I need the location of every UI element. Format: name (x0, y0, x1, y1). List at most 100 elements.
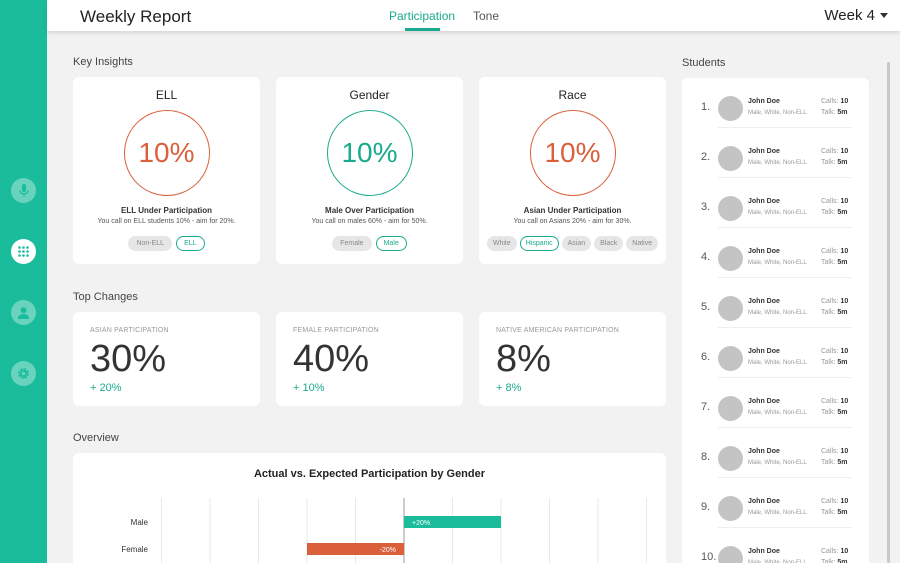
talk-value: 5m (837, 209, 848, 216)
student-row[interactable]: 4. John Doe Male, White, Non-ELL Calls: 10 T… (682, 228, 869, 278)
sidebar (0, 0, 47, 563)
student-rank: 10. (701, 551, 717, 563)
student-name: John Doe (748, 148, 780, 155)
tab-tone[interactable]: Tone (473, 9, 499, 23)
insight-subtitle: ELL Under Participation (121, 206, 212, 215)
overview-chart-card: Actual vs. Expected Participation by Gen… (73, 453, 666, 563)
talk-value: 5m (837, 359, 848, 366)
student-row[interactable]: 2. John Doe Male, White, Non-ELL Calls: 10 T… (682, 128, 869, 178)
student-name: John Doe (748, 98, 780, 105)
student-meta: Male, White, Non-ELL (748, 310, 807, 316)
calls-value: 10 (840, 498, 849, 505)
student-name: John Doe (748, 498, 780, 505)
change-card-native-american: NATIVE AMERICAN PARTICIPATION 8% + 8% (479, 312, 666, 406)
student-calls: Calls: 10 (821, 98, 848, 105)
tab-participation[interactable]: Participation (389, 9, 455, 23)
student-name: John Doe (748, 298, 780, 305)
user-icon[interactable] (11, 300, 36, 325)
talk-value: 5m (837, 409, 848, 416)
talk-value: 5m (837, 559, 848, 563)
student-row[interactable]: 1. John Doe Male, White, Non-ELL Calls: 10 T… (682, 78, 869, 128)
talk-label: Talk: (821, 309, 836, 316)
student-calls: Calls: 10 (821, 248, 848, 255)
insight-card-gender: Gender 10% Male Over Participation You c… (276, 77, 463, 264)
student-rank: 3. (701, 201, 711, 213)
chip-female[interactable]: Female (332, 236, 372, 251)
change-label: NATIVE AMERICAN PARTICIPATION (496, 327, 620, 334)
top-changes-heading: Top Changes (73, 291, 138, 303)
student-row[interactable]: 7. John Doe Male, White, Non-ELL Calls: 10 T… (682, 378, 869, 428)
insight-title: ELL (155, 88, 178, 102)
student-name: John Doe (748, 198, 780, 205)
talk-label: Talk: (821, 259, 836, 266)
student-rank: 8. (701, 451, 711, 463)
chip-ell[interactable]: ELL (176, 236, 205, 251)
chip-black[interactable]: Black (594, 236, 624, 251)
mic-icon[interactable] (11, 178, 36, 203)
student-rank: 4. (701, 251, 711, 263)
category-label: Male (131, 518, 149, 527)
grid-icon[interactable] (11, 239, 36, 264)
student-talk: Talk: 5m (821, 309, 847, 316)
calls-label: Calls: (821, 348, 839, 355)
week-selector[interactable]: Week 4 (824, 7, 888, 24)
calls-value: 10 (840, 198, 849, 205)
calls-label: Calls: (821, 148, 839, 155)
scrollbar[interactable] (887, 62, 890, 563)
student-meta: Male, White, Non-ELL (748, 410, 807, 416)
student-rank: 6. (701, 351, 711, 363)
calls-value: 10 (840, 148, 849, 155)
student-name: John Doe (748, 548, 780, 555)
insight-description: You call on Asians 20% - aim for 30%. (513, 218, 632, 225)
calls-label: Calls: (821, 98, 839, 105)
calls-value: 10 (840, 548, 849, 555)
student-meta: Male, White, Non-ELL (748, 360, 807, 366)
top-header: Weekly Report Participation Tone Week 4 (47, 0, 900, 31)
change-value: 8% (496, 338, 551, 380)
student-row[interactable]: 8. John Doe Male, White, Non-ELL Calls: 10 T… (682, 428, 869, 478)
student-rank: 2. (701, 151, 711, 163)
change-card-asian: ASIAN PARTICIPATION 30% + 20% (73, 312, 260, 406)
change-delta: + 10% (293, 382, 325, 394)
insight-subtitle: Asian Under Participation (523, 206, 622, 215)
student-calls: Calls: 10 (821, 448, 848, 455)
filter-chips: Non-ELL ELL (73, 236, 260, 251)
chip-non-ell[interactable]: Non-ELL (128, 236, 173, 251)
chip-white[interactable]: White (486, 236, 517, 251)
talk-value: 5m (837, 309, 848, 316)
student-calls: Calls: 10 (821, 498, 848, 505)
avatar (718, 146, 743, 171)
talk-label: Talk: (821, 559, 836, 563)
student-calls: Calls: 10 (821, 198, 848, 205)
student-calls: Calls: 10 (821, 348, 848, 355)
student-talk: Talk: 5m (821, 259, 847, 266)
student-talk: Talk: 5m (821, 359, 847, 366)
student-meta: Male, White, Non-ELL (748, 460, 807, 466)
avatar (718, 446, 743, 471)
student-calls: Calls: 10 (821, 148, 848, 155)
calls-label: Calls: (821, 448, 839, 455)
calls-value: 10 (840, 98, 849, 105)
student-talk: Talk: 5m (821, 459, 847, 466)
chip-native[interactable]: Native (626, 236, 659, 251)
chevron-down-icon (880, 13, 888, 18)
student-row[interactable]: 9. John Doe Male, White, Non-ELL Calls: 10 T… (682, 478, 869, 528)
student-row[interactable]: 3. John Doe Male, White, Non-ELL Calls: 10 T… (682, 178, 869, 228)
student-row[interactable]: 5. John Doe Male, White, Non-ELL Calls: 10 T… (682, 278, 869, 328)
talk-label: Talk: (821, 359, 836, 366)
calls-label: Calls: (821, 248, 839, 255)
student-rank: 5. (701, 301, 711, 313)
calls-label: Calls: (821, 298, 839, 305)
change-value: 40% (293, 338, 370, 380)
gear-icon[interactable] (11, 361, 36, 386)
student-row[interactable]: 10. John Doe Male, White, Non-ELL Calls: 10… (682, 528, 869, 563)
student-row[interactable]: 6. John Doe Male, White, Non-ELL Calls: 10 T… (682, 328, 869, 378)
chip-asian[interactable]: Asian (561, 236, 592, 251)
chip-hispanic[interactable]: Hispanic (519, 236, 559, 251)
avatar (718, 246, 743, 271)
student-calls: Calls: 10 (821, 298, 848, 305)
chip-male[interactable]: Male (375, 236, 407, 251)
student-name: John Doe (748, 448, 780, 455)
change-value: 30% (90, 338, 167, 380)
filter-chips: White Hispanic Asian Black Native (479, 236, 666, 251)
